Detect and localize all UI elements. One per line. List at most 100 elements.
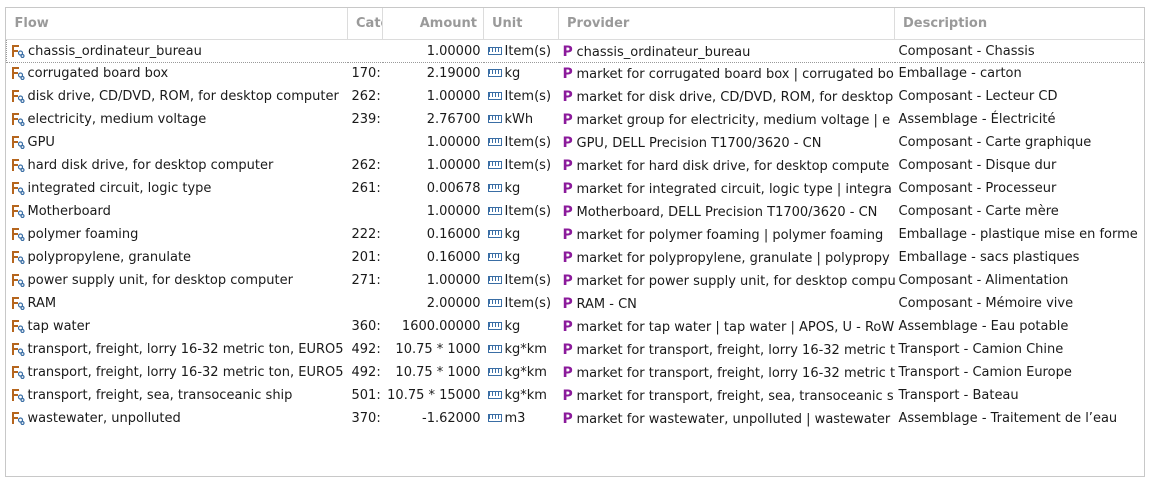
category-cell[interactable]: 501:	[348, 384, 383, 407]
description-cell[interactable]: Transport - Bateau	[895, 384, 1145, 407]
category-cell[interactable]: 271:	[348, 269, 383, 292]
category-cell[interactable]	[347, 38, 383, 63]
provider-cell[interactable]: Pmarket group for electricity, medium vo…	[559, 108, 895, 131]
flow-cell[interactable]: power supply unit, for desktop computer	[7, 269, 348, 292]
provider-cell[interactable]: Pmarket for polymer foaming | polymer fo…	[559, 223, 895, 246]
unit-cell[interactable]: Item(s)	[484, 85, 559, 108]
table-row[interactable]: tap water 360: 1600.00000 kg Pmarket for…	[7, 315, 1145, 338]
table-row[interactable]: RAM 2.00000 Item(s) P RAM - CN Composant …	[7, 292, 1145, 315]
table-row[interactable]: polypropylene, granulate 201: 0.16000 kg…	[7, 246, 1145, 269]
amount-cell[interactable]: 2.76700	[383, 108, 484, 131]
description-cell[interactable]: Composant - Alimentation	[895, 269, 1145, 292]
flow-cell[interactable]: transport, freight, sea, transoceanic sh…	[7, 384, 348, 407]
table-row[interactable]: chassis_ordinateur_bureau 1.00000 Item(s…	[6, 38, 1144, 63]
category-cell[interactable]	[348, 292, 383, 315]
description-cell[interactable]: Composant - Carte mère	[895, 200, 1145, 223]
category-cell[interactable]: 370:	[348, 407, 383, 430]
table-row[interactable]: disk drive, CD/DVD, ROM, for desktop com…	[7, 85, 1145, 108]
description-cell[interactable]: Transport - Camion Chine	[895, 338, 1145, 361]
description-cell[interactable]: Composant - Processeur	[895, 177, 1145, 200]
table-row[interactable]: wastewater, unpolluted 370: -1.62000 m3 …	[7, 407, 1145, 430]
description-cell[interactable]: Emballage - sacs plastiques	[895, 246, 1145, 269]
category-cell[interactable]: 261:	[348, 177, 383, 200]
unit-cell[interactable]: Item(s)	[484, 292, 559, 315]
category-cell[interactable]	[348, 131, 383, 154]
provider-cell[interactable]: Pmarket for tap water | tap water | APOS…	[559, 315, 895, 338]
amount-cell[interactable]: 1.00000	[383, 269, 484, 292]
unit-cell[interactable]: kWh	[484, 108, 559, 131]
column-header-category[interactable]: Cate	[347, 8, 383, 40]
amount-cell[interactable]: 0.16000	[383, 246, 484, 269]
flow-cell[interactable]: integrated circuit, logic type	[7, 177, 348, 200]
description-cell[interactable]: Assemblage - Électricité	[895, 108, 1145, 131]
table-row[interactable]: electricity, medium voltage 239: 2.76700…	[7, 108, 1145, 131]
unit-cell[interactable]: Item(s)	[484, 269, 559, 292]
category-cell[interactable]: 262:	[348, 154, 383, 177]
description-cell[interactable]: Composant - Disque dur	[895, 154, 1145, 177]
table-row[interactable]: hard disk drive, for desktop computer 26…	[7, 154, 1145, 177]
flow-cell[interactable]: chassis_ordinateur_bureau	[6, 38, 348, 63]
flow-cell[interactable]: transport, freight, lorry 16-32 metric t…	[7, 338, 348, 361]
column-header-flow[interactable]: Flow	[6, 8, 348, 40]
category-cell[interactable]: 201:	[348, 246, 383, 269]
flow-cell[interactable]: tap water	[7, 315, 348, 338]
flow-cell[interactable]: corrugated board box	[7, 62, 348, 85]
table-row[interactable]: transport, freight, sea, transoceanic sh…	[7, 384, 1145, 407]
table-row[interactable]: integrated circuit, logic type 261: 0.00…	[7, 177, 1145, 200]
unit-cell[interactable]: kg	[484, 246, 559, 269]
flow-cell[interactable]: transport, freight, lorry 16-32 metric t…	[7, 361, 348, 384]
category-cell[interactable]: 492:	[348, 338, 383, 361]
flow-cell[interactable]: wastewater, unpolluted	[7, 407, 348, 430]
description-cell[interactable]: Transport - Camion Europe	[895, 361, 1145, 384]
unit-cell[interactable]: Item(s)	[484, 154, 559, 177]
flow-cell[interactable]: RAM	[7, 292, 348, 315]
unit-cell[interactable]: Item(s)	[484, 131, 559, 154]
provider-cell[interactable]: P GPU, DELL Precision T1700/3620 - CN	[559, 131, 895, 154]
provider-cell[interactable]: Pmarket for hard disk drive, for desktop…	[559, 154, 895, 177]
column-header-description[interactable]: Description	[894, 8, 1144, 40]
unit-cell[interactable]: kg	[484, 223, 559, 246]
category-cell[interactable]	[348, 200, 383, 223]
category-cell[interactable]: 170:	[348, 62, 383, 85]
description-cell[interactable]: Composant - Chassis	[894, 38, 1144, 63]
amount-cell[interactable]: 1.00000	[382, 38, 484, 63]
category-cell[interactable]: 222:	[348, 223, 383, 246]
unit-cell[interactable]: kg	[484, 315, 559, 338]
amount-cell[interactable]: 10.75 * 1000	[383, 361, 484, 384]
provider-cell[interactable]: Pmarket for integrated circuit, logic ty…	[559, 177, 895, 200]
provider-cell[interactable]: Pchassis_ordinateur_bureau	[558, 38, 895, 63]
table-row[interactable]: transport, freight, lorry 16-32 metric t…	[7, 338, 1145, 361]
unit-cell[interactable]: m3	[484, 407, 559, 430]
flow-cell[interactable]: polypropylene, granulate	[7, 246, 348, 269]
provider-cell[interactable]: Pmarket for transport, freight, sea, tra…	[559, 384, 895, 407]
table-row[interactable]: corrugated board box 170: 2.19000 kg Pma…	[7, 62, 1145, 85]
table-row[interactable]: transport, freight, lorry 16-32 metric t…	[7, 361, 1145, 384]
amount-cell[interactable]: 1600.00000	[383, 315, 484, 338]
amount-cell[interactable]: 1.00000	[383, 131, 484, 154]
category-cell[interactable]: 262:	[348, 85, 383, 108]
provider-cell[interactable]: Pmarket for wastewater, unpolluted | was…	[559, 407, 895, 430]
unit-cell[interactable]: kg*km	[484, 338, 559, 361]
provider-cell[interactable]: Pmarket for transport, freight, lorry 16…	[559, 361, 895, 384]
provider-cell[interactable]: Pmarket for corrugated board box | corru…	[559, 62, 895, 85]
table-row[interactable]: power supply unit, for desktop computer …	[7, 269, 1145, 292]
description-cell[interactable]: Assemblage - Eau potable	[895, 315, 1145, 338]
column-header-amount[interactable]: Amount	[382, 8, 484, 40]
description-cell[interactable]: Assemblage - Traitement de l’eau	[895, 407, 1145, 430]
description-cell[interactable]: Composant - Lecteur CD	[895, 85, 1145, 108]
table-row[interactable]: GPU 1.00000 Item(s) P GPU, DELL Precision…	[7, 131, 1145, 154]
amount-cell[interactable]: 1.00000	[383, 200, 484, 223]
provider-cell[interactable]: Pmarket for power supply unit, for deskt…	[559, 269, 895, 292]
table-row[interactable]: polymer foaming 222: 0.16000 kg Pmarket …	[7, 223, 1145, 246]
amount-cell[interactable]: 1.00000	[383, 154, 484, 177]
flow-cell[interactable]: Motherboard	[7, 200, 348, 223]
description-cell[interactable]: Composant - Carte graphique	[895, 131, 1145, 154]
description-cell[interactable]: Composant - Mémoire vive	[895, 292, 1145, 315]
provider-cell[interactable]: Pmarket for polypropylene, granulate | p…	[559, 246, 895, 269]
column-header-provider[interactable]: Provider	[558, 8, 895, 40]
flow-cell[interactable]: disk drive, CD/DVD, ROM, for desktop com…	[7, 85, 348, 108]
unit-cell[interactable]: Item(s)	[484, 200, 559, 223]
category-cell[interactable]: 239:	[348, 108, 383, 131]
provider-cell[interactable]: Pmarket for disk drive, CD/DVD, ROM, for…	[559, 85, 895, 108]
amount-cell[interactable]: 0.00678	[383, 177, 484, 200]
